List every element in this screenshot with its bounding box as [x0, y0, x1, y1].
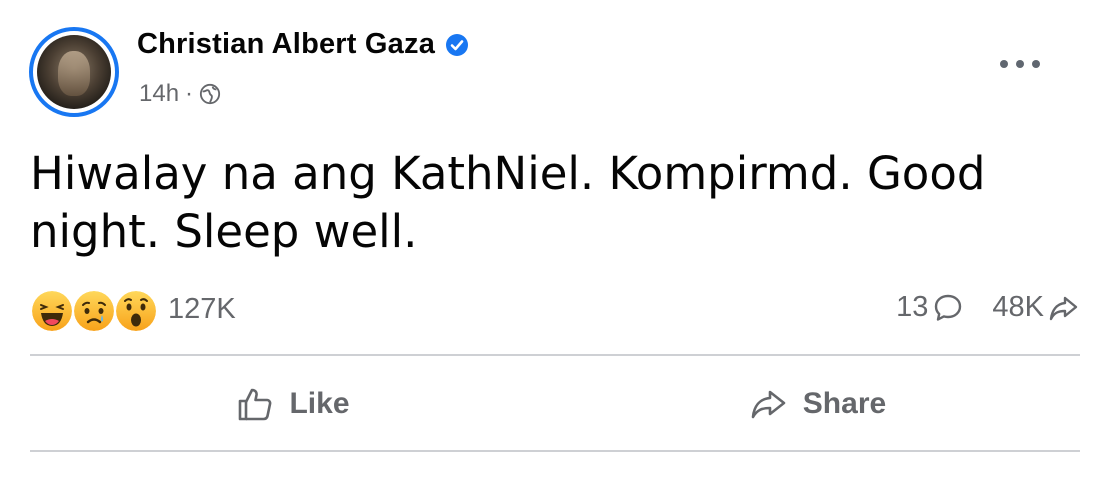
post-stats: 127K 13 48K — [30, 283, 1080, 333]
share-count-link[interactable]: 48K — [992, 291, 1080, 324]
sad-icon — [72, 289, 116, 333]
reaction-count: 127K — [168, 292, 236, 325]
share-button[interactable]: Share — [555, 358, 1080, 450]
reactions-summary[interactable]: 127K — [30, 287, 236, 333]
share-arrow-icon — [1049, 296, 1078, 320]
post-meta: 14h · — [139, 80, 221, 108]
like-label: Like — [289, 387, 350, 420]
like-button[interactable]: Like — [30, 358, 555, 450]
more-options-icon[interactable] — [1000, 54, 1040, 74]
divider — [30, 450, 1080, 452]
avatar[interactable] — [29, 27, 119, 117]
share-count: 48K — [992, 291, 1044, 323]
verified-badge-icon — [446, 33, 469, 56]
share-label: Share — [802, 387, 887, 420]
post-actions: Like Share — [30, 358, 1080, 450]
wow-icon — [114, 289, 158, 333]
comment-icon — [935, 294, 962, 321]
facebook-post: Christian Albert Gaza 14h · Hiwalay na a… — [0, 0, 1120, 479]
more-dot — [1032, 60, 1040, 68]
haha-icon — [30, 289, 74, 333]
avatar-image — [37, 35, 111, 109]
thumbs-up-icon — [239, 388, 272, 421]
post-timestamp[interactable]: 14h — [139, 80, 179, 108]
post-text: Hiwalay na ang KathNiel. Kompirmd. Good … — [30, 147, 986, 258]
share-icon — [751, 390, 786, 419]
more-dot — [1016, 60, 1024, 68]
meta-separator: · — [185, 80, 194, 107]
engagement-counts: 13 48K — [896, 291, 1080, 324]
reaction-icons — [30, 287, 158, 333]
more-dot — [1000, 60, 1008, 68]
comment-count-link[interactable]: 13 — [896, 291, 964, 324]
author-row: Christian Albert Gaza — [137, 28, 469, 61]
author-name[interactable]: Christian Albert Gaza — [137, 28, 435, 61]
post-header: Christian Albert Gaza 14h · — [0, 0, 1120, 130]
comment-count: 13 — [896, 291, 929, 323]
divider — [30, 354, 1080, 356]
globe-icon[interactable] — [199, 83, 221, 105]
